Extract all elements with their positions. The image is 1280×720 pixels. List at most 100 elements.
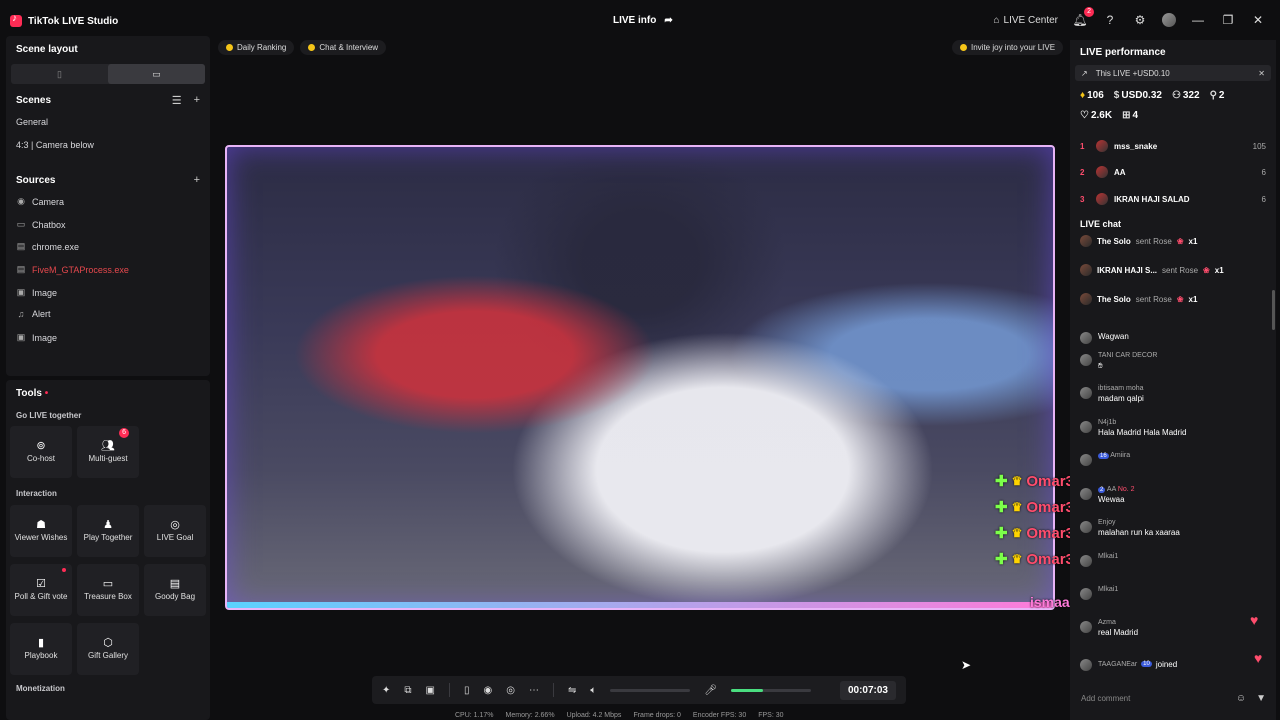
close-icon[interactable]: ✕	[1258, 69, 1265, 78]
speaker-volume-slider[interactable]	[610, 688, 691, 692]
scene-item-camera-below[interactable]: 4:3 | Camera below	[16, 140, 94, 150]
chat-scrollbar[interactable]	[1272, 290, 1275, 330]
message-text: malahan run ka xaaraa	[1098, 528, 1180, 537]
speaker-icon[interactable]: 🔈︎	[590, 685, 596, 696]
viewers-icon: ⚇	[1171, 90, 1181, 101]
live-center-button[interactable]: ⌂ LIVE Center	[993, 15, 1058, 26]
chat-message[interactable]: Mlkai1	[1080, 586, 1266, 600]
avatar	[1080, 555, 1092, 567]
mic-volume-slider[interactable]	[731, 688, 812, 692]
effects-icon[interactable]: ⧉	[404, 685, 411, 696]
multiguest-badge: 6	[119, 428, 129, 438]
chat-message[interactable]: TANI CAR DECOR ✋︎	[1080, 352, 1266, 371]
maximize-icon[interactable]: ❐	[1220, 12, 1236, 28]
live-video-preview[interactable]	[225, 145, 1055, 610]
treasure-box-button[interactable]: ▭ Treasure Box	[77, 564, 139, 616]
avatar	[1080, 264, 1092, 276]
poll-gift-vote-button[interactable]: ☑ Poll & Gift vote	[10, 564, 72, 616]
message-author: Azma	[1098, 619, 1116, 626]
scene-item-general[interactable]: General	[16, 117, 48, 127]
viewer-wishes-button[interactable]: ☗ Viewer Wishes	[10, 505, 72, 557]
help-icon[interactable]: ?	[1102, 12, 1118, 28]
viewers-metric: ⚇ 322	[1172, 90, 1200, 101]
gift-sender: The Solo	[1097, 294, 1131, 304]
screen-icon[interactable]: ▣	[426, 685, 435, 696]
chat-message[interactable]: 16 Amiira	[1080, 452, 1266, 466]
add-source-icon[interactable]: +	[194, 174, 200, 186]
chat-interview-icon	[308, 44, 316, 51]
scene-panel: Scene layout ▯ ▭ Scenes ☰ + General 4:3 …	[6, 36, 210, 376]
settings-gear-icon[interactable]: ⚙	[1132, 12, 1148, 28]
hosts-metric: ⚲ 2	[1210, 90, 1225, 101]
multiguest-button[interactable]: 6 👥︎ Multi-guest	[77, 426, 139, 478]
chat-message[interactable]: Wagwan	[1080, 330, 1266, 344]
landscape-layout-button[interactable]: ▭	[108, 64, 205, 84]
trend-icon: ↗	[1081, 68, 1088, 78]
dollar-icon: $	[1113, 90, 1120, 101]
chat-message[interactable]: Mlkai1	[1080, 553, 1266, 567]
chat-interview-chip[interactable]: Chat & Interview	[300, 40, 387, 55]
comment-input[interactable]: Add comment	[1075, 690, 1251, 708]
emoji-icon[interactable]: ☺	[1236, 693, 1246, 704]
live-goal-button[interactable]: ◎ LIVE Goal	[144, 505, 206, 557]
tool-label: Poll & Gift vote	[14, 591, 68, 601]
play-together-button[interactable]: ♟ Play Together	[77, 505, 139, 557]
magic-wand-icon[interactable]: ✦	[382, 685, 390, 696]
chat-message[interactable]: N4j1b Hala Madrid Hala Madrid	[1080, 419, 1266, 437]
source-item-fivem[interactable]: ▤ FiveM_GTAProcess.exe	[16, 264, 129, 275]
more-icon[interactable]: ⋯	[529, 685, 539, 696]
chat-message[interactable]: Enjoy malahan run ka xaaraa	[1080, 519, 1266, 537]
tools-title: Tools •	[16, 388, 48, 399]
user-avatar[interactable]	[1162, 13, 1176, 27]
source-item-chatbox[interactable]: ▭ Chatbox	[16, 219, 66, 230]
phone-icon[interactable]: ▯	[464, 685, 470, 696]
ranking-row[interactable]: 1 mss_snake 105	[1080, 140, 1266, 152]
avatar	[1096, 193, 1108, 205]
tool-label: Gift Gallery	[87, 650, 128, 660]
this-live-text: This LIVE +USD0.10	[1095, 68, 1170, 78]
minimize-icon[interactable]: —	[1190, 12, 1206, 28]
source-item-image-2[interactable]: ▣ Image	[16, 332, 57, 343]
notification-bell-icon[interactable]: 🔔︎ 2	[1072, 7, 1094, 28]
portrait-layout-button[interactable]: ▯	[11, 64, 108, 84]
encoder-fps-stat: Encoder FPS: 30	[692, 712, 747, 719]
record-icon[interactable]: ◉	[484, 685, 493, 696]
source-item-image[interactable]: ▣ Image	[16, 287, 57, 298]
chat-message[interactable]: ibtisaam moha madam qalpi	[1080, 385, 1266, 403]
mixer-icon[interactable]: ⇋	[568, 685, 576, 696]
tools-panel: Tools • Go LIVE together ⊚ Co-host 6 👥︎ Mul…	[6, 380, 210, 720]
playbook-button[interactable]: ▮ Playbook	[10, 623, 72, 675]
chat-message[interactable]: Azma real Madrid	[1080, 619, 1266, 637]
tools-title-text: Tools	[16, 388, 42, 399]
goody-bag-button[interactable]: ▤ Goody Bag	[144, 564, 206, 616]
filter-icon[interactable]: ▼	[1256, 693, 1266, 704]
chat-message[interactable]: 2 AA No. 2 Wewaa	[1080, 486, 1266, 504]
avatar	[1080, 387, 1092, 399]
avatar	[1080, 421, 1092, 433]
level-badge: 10	[1141, 661, 1152, 667]
image-icon: ▣	[16, 332, 26, 342]
ranking-row[interactable]: 3 IKRAN HAJI SALAD 6	[1080, 193, 1266, 205]
cohost-button[interactable]: ⊚ Co-host	[10, 426, 72, 478]
gift-gallery-button[interactable]: ⬡ Gift Gallery	[77, 623, 139, 675]
tools-alert-dot: •	[44, 388, 49, 399]
invite-joy-chip[interactable]: Invite joy into your LIVE	[952, 40, 1064, 55]
playbook-icon: ▮	[37, 636, 45, 649]
chat-message[interactable]: TAAGANEar 10 joined	[1080, 657, 1266, 671]
rose-icon: ❀	[1176, 236, 1184, 246]
list-icon[interactable]: ☰	[172, 94, 182, 107]
daily-ranking-chip[interactable]: Daily Ranking	[218, 40, 295, 55]
hosts-value: 2	[1218, 90, 1225, 101]
add-scene-icon[interactable]: +	[194, 94, 200, 107]
camera-settings-icon[interactable]: ◎	[506, 685, 515, 696]
source-item-alert[interactable]: ♫ Alert	[16, 309, 51, 319]
live-info-label: LIVE info	[613, 15, 657, 26]
ranking-row[interactable]: 2 AA 6	[1080, 166, 1266, 178]
live-info-button[interactable]: LIVE info ➦	[613, 15, 673, 26]
heart-icon: ♡	[1080, 110, 1089, 121]
microphone-icon[interactable]: 🎤︎	[704, 685, 717, 696]
close-icon[interactable]: ✕	[1250, 12, 1266, 28]
source-item-chrome[interactable]: ▤ chrome.exe	[16, 241, 79, 252]
source-item-camera[interactable]: ◉ Camera	[16, 196, 64, 207]
control-bar: ✦ ⧉ ▣ ▯ ◉ ◎ ⋯ ⇋ 🔈︎ 🎤︎ 00:07:03	[372, 676, 906, 704]
